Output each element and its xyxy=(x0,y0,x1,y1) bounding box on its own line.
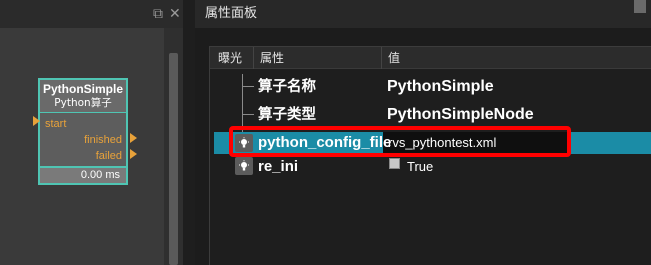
float-window-icon[interactable]: ⧉ xyxy=(153,6,163,22)
output-port-failed-label: failed xyxy=(95,150,122,162)
property-panel-title: 属性面板 xyxy=(205,6,258,21)
checkbox-label: True xyxy=(407,159,434,174)
node-body: start finished failed xyxy=(40,112,126,162)
property-row-operator-type[interactable]: 算子类型 PythonSimpleNode xyxy=(210,102,651,128)
property-value[interactable]: PythonSimple xyxy=(387,78,494,96)
column-separator xyxy=(381,47,382,69)
canvas-scrollbar[interactable] xyxy=(164,28,183,265)
property-table-header: 曝光 属性 值 xyxy=(210,47,651,69)
output-port-finished-label: finished xyxy=(84,134,122,146)
python-simple-node[interactable]: PythonSimple Python算子 start finished fai… xyxy=(38,78,128,185)
column-separator xyxy=(253,47,254,69)
property-row-re-ini[interactable]: re_ini True xyxy=(210,155,651,181)
property-value[interactable]: PythonSimpleNode xyxy=(387,106,534,124)
node-title: PythonSimple xyxy=(42,82,123,96)
red-highlight-box xyxy=(229,126,571,157)
column-header-value[interactable]: 值 xyxy=(388,50,400,66)
input-port-start-arrow-icon[interactable] xyxy=(33,116,40,126)
output-port-failed-arrow-icon[interactable] xyxy=(130,149,137,159)
property-row-operator-name[interactable]: 算子名称 PythonSimple xyxy=(210,74,651,100)
input-port-start-label: start xyxy=(45,118,67,130)
property-panel-scrollbar[interactable] xyxy=(634,0,646,13)
re-ini-checkbox[interactable] xyxy=(389,158,400,169)
close-icon[interactable]: ✕ xyxy=(169,6,181,22)
panel-splitter[interactable] xyxy=(183,0,195,265)
node-subtitle: Python算子 xyxy=(54,97,112,109)
property-name: 算子名称 xyxy=(258,79,316,95)
canvas-titlebar: ⧉ ✕ xyxy=(0,0,183,28)
output-port-finished-arrow-icon[interactable] xyxy=(130,133,137,143)
property-name: 算子类型 xyxy=(258,107,316,123)
property-panel-titlebar: 属性面板 xyxy=(195,0,651,28)
column-header-property[interactable]: 属性 xyxy=(260,50,284,66)
node-duration: 0.00 ms xyxy=(40,166,126,183)
column-header-expose[interactable]: 曝光 xyxy=(218,50,242,66)
node-header: PythonSimple Python算子 xyxy=(40,80,126,112)
canvas-scrollbar-thumb[interactable] xyxy=(169,53,178,265)
property-name: re_ini xyxy=(258,158,299,175)
